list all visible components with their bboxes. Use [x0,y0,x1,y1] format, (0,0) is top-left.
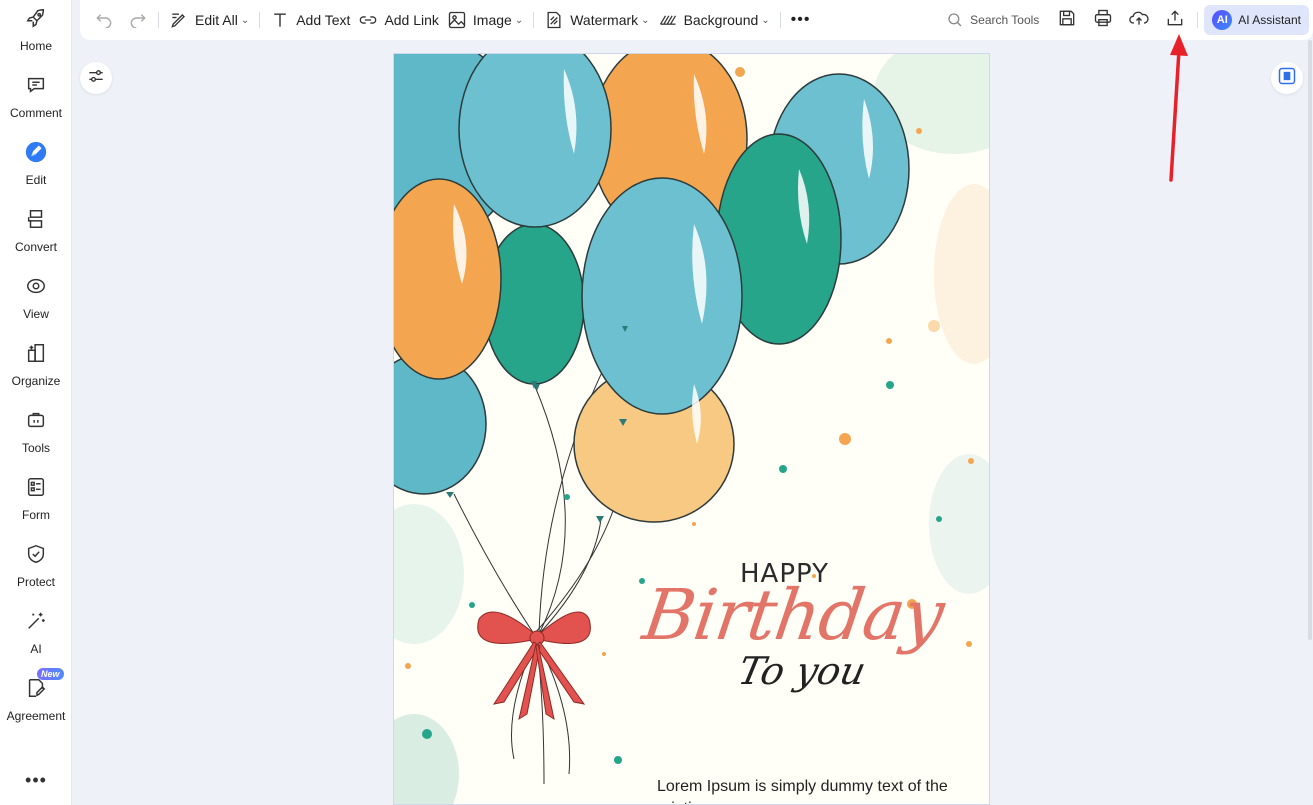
edit-pen-icon [24,140,48,164]
toolbar-divider [779,12,781,28]
sidebar-item-edit[interactable]: Edit [0,136,72,198]
new-badge: New [37,668,64,680]
comment-icon [24,73,48,97]
card-greeting-birthday[interactable]: Birthday [638,574,948,656]
save-button[interactable] [1053,6,1081,34]
sidebar-item-label: AI [30,642,42,656]
sidebar-item-label: Edit [25,173,47,187]
watermark-label: Watermark [570,12,639,28]
toolbar-divider [533,12,535,28]
add-link-label: Add Link [384,12,439,28]
chevron-down-icon: ⌄ [641,14,650,26]
text-icon [270,10,290,30]
cloud-upload-button[interactable] [1125,6,1153,34]
magic-wand-icon [24,609,48,633]
card-greeting-to-you[interactable]: To you [734,649,870,693]
sidebar-item-label: Form [22,508,50,522]
add-text-label: Add Text [296,12,351,28]
chevron-down-icon: ⌄ [240,14,250,26]
form-icon [24,475,48,499]
toolbar-divider [259,12,261,28]
link-icon [358,10,378,30]
sidebar-item-ai[interactable]: AI [0,605,72,667]
sidebar-item-label: Convert [14,240,58,254]
sidebar-item-form[interactable]: Form [0,471,72,533]
eye-icon [24,274,48,298]
background-label: Background [683,12,759,28]
sidebar-item-label: Comment [9,106,62,120]
ai-logo-icon: AI [1212,10,1233,30]
background-button[interactable]: Background ⌄ [654,5,774,35]
sidebar-item-organize[interactable]: Organize [0,337,72,399]
toolbox-icon [24,408,48,432]
redo-button[interactable] [124,6,152,34]
watermark-button[interactable]: Watermark ⌄ [540,5,653,35]
sidebar-item-label: Protect [16,575,55,589]
top-toolbar: Edit All ⌄ Add Text Add Link Image ⌄ Wat… [80,0,1313,40]
annotation-arrow [1169,34,1188,182]
sidebar-item-label: Tools [21,441,50,455]
sidebar-item-label: Home [19,39,52,53]
sidebar-item-comment[interactable]: Comment [0,69,72,131]
ai-assistant-button[interactable]: AI AI Assistant [1204,5,1309,35]
chevron-down-icon: ⌄ [761,14,770,26]
rocket-icon [24,6,48,30]
image-icon [447,10,467,30]
ai-assistant-label: AI Assistant [1238,13,1301,27]
background-icon [658,10,678,30]
search-tools-label: Search Tools [970,13,1040,27]
undo-icon [94,8,114,33]
sidebar-item-protect[interactable]: Protect [0,538,72,600]
left-sidebar: Home Comment Edit Convert View Organize [0,0,72,805]
organize-icon [24,341,48,365]
sidebar-item-convert[interactable]: Convert [0,203,72,265]
sidebar-item-view[interactable]: View [0,270,72,332]
more-tools-button[interactable]: ••• [787,5,815,35]
vertical-scrollbar[interactable] [1308,40,1312,640]
convert-icon [24,207,48,231]
fit-page-icon [1277,66,1297,91]
search-tools[interactable]: Search Tools [946,11,1039,29]
search-icon [946,11,964,29]
sidebar-item-tools[interactable]: Tools [0,404,72,466]
edit-all-label: Edit All [195,12,238,28]
image-label: Image [472,12,512,28]
edit-all-button[interactable]: Edit All ⌄ [165,5,253,35]
card-body-text[interactable]: Lorem Ipsum is simply dummy text of the … [657,776,957,804]
redo-icon [128,8,148,33]
sliders-icon [86,66,106,91]
fit-page-button[interactable] [1271,62,1303,94]
print-icon [1093,8,1113,33]
toolbar-divider [1197,12,1199,28]
sidebar-more-button[interactable]: ••• [22,770,50,790]
sidebar-item-agreement[interactable]: New Agreement [0,668,72,734]
sidebar-item-home[interactable]: Home [0,2,72,64]
toolbar-divider [158,12,159,28]
sidebar-item-label: Organize [11,374,61,388]
document-page: HAPPY Birthday To you Lorem Ipsum is sim… [393,53,990,805]
sidebar-item-label: View [23,307,49,321]
save-icon [1057,8,1077,33]
filter-settings-button[interactable] [80,62,112,94]
add-text-button[interactable]: Add Text [266,5,354,35]
undo-button[interactable] [90,6,118,34]
watermark-icon [544,10,564,30]
print-button[interactable] [1089,6,1117,34]
sidebar-item-label: Agreement [6,709,66,723]
image-button[interactable]: Image ⌄ [443,5,527,35]
cloud-upload-icon [1128,8,1150,33]
chevron-down-icon: ⌄ [514,14,524,26]
birthday-card-illustration [394,54,989,804]
edit-all-icon [169,10,189,30]
add-link-button[interactable]: Add Link [354,5,442,35]
shield-icon [24,542,48,566]
